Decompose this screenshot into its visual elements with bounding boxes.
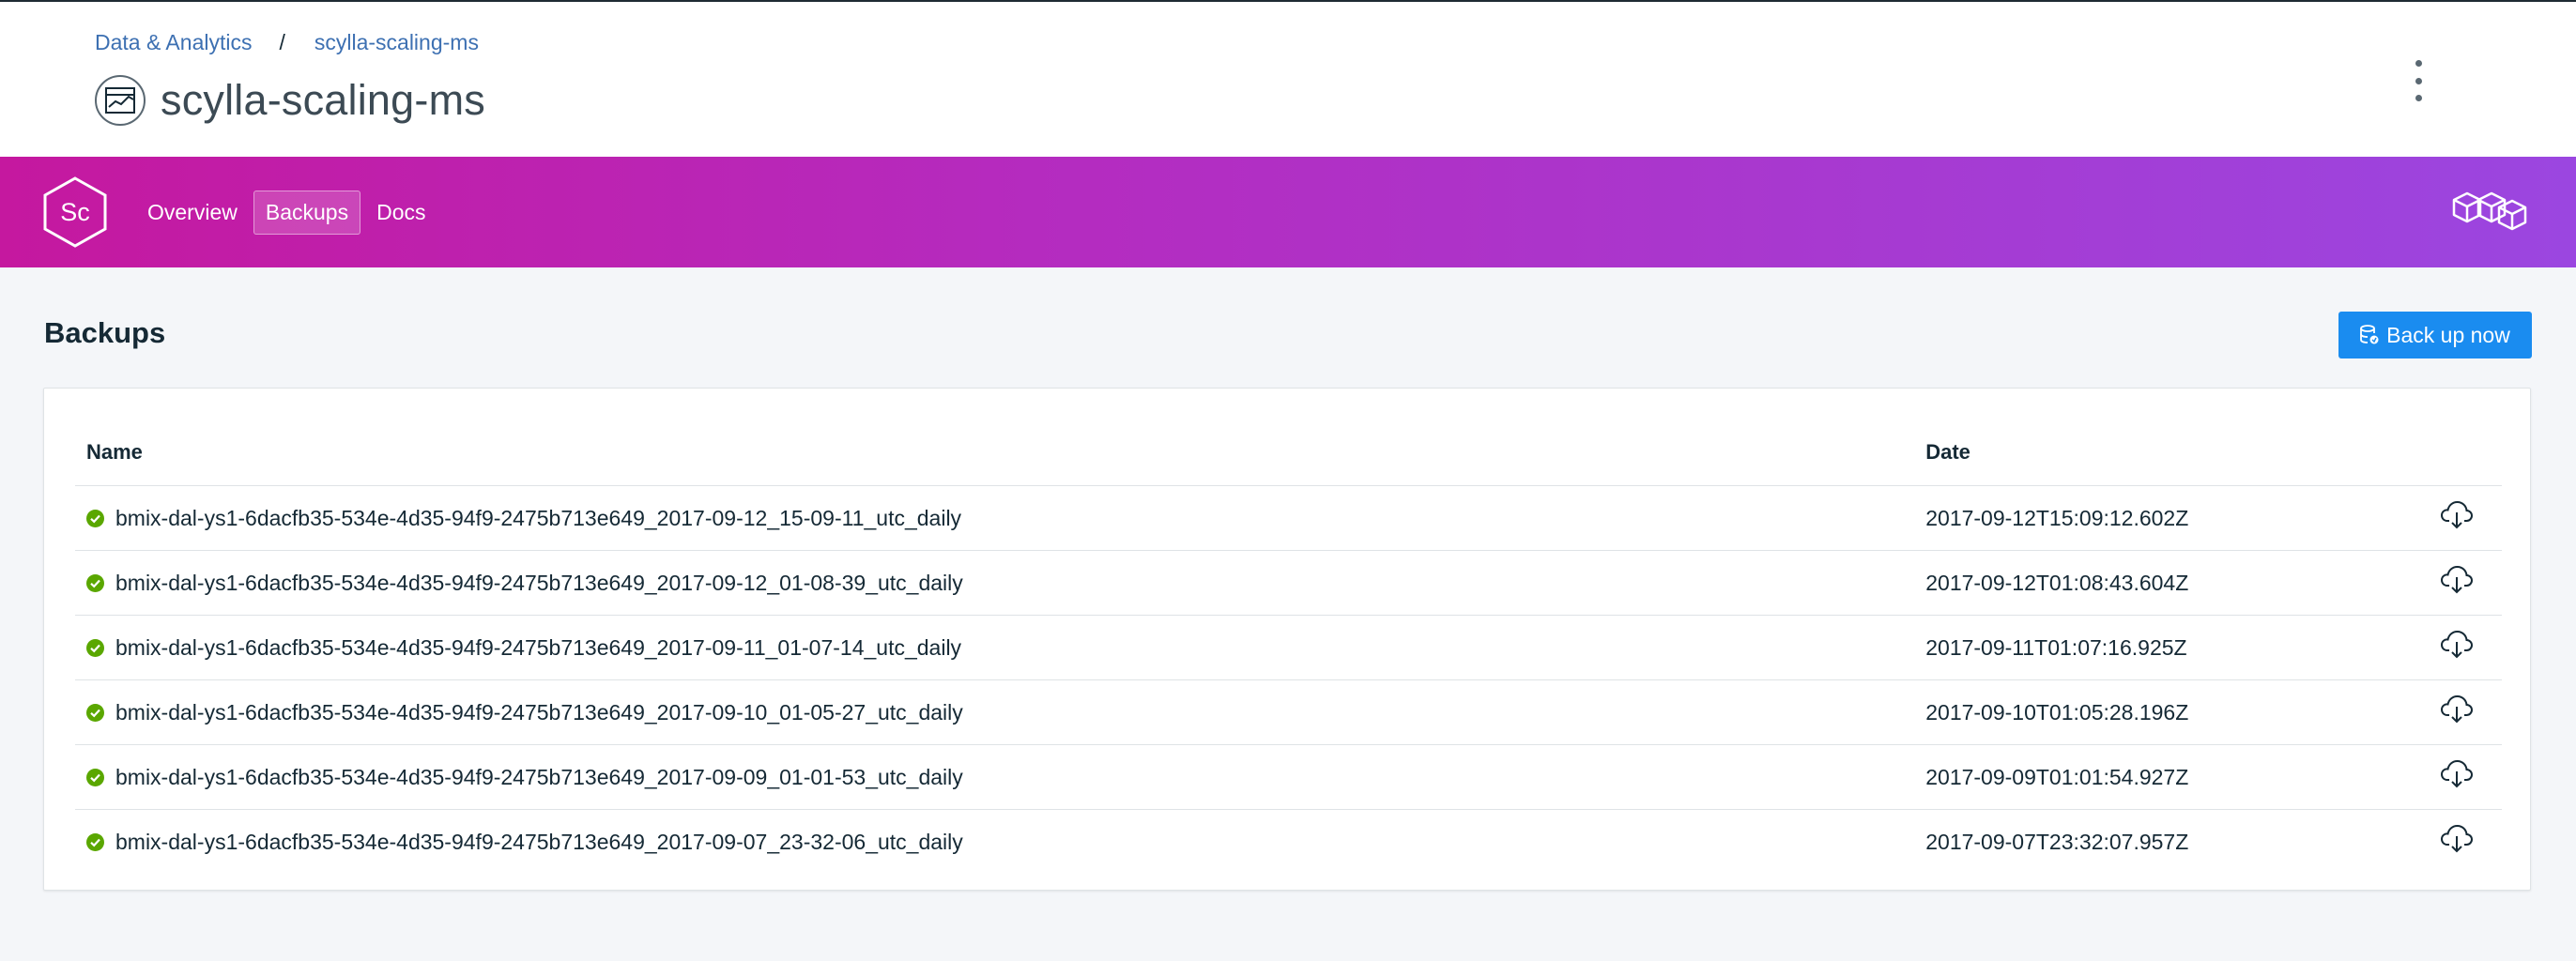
tab-overview[interactable]: Overview xyxy=(135,191,250,235)
backups-table-card: Name Date bmix-dal-ys1-6dacfb35-534e-4d3… xyxy=(43,388,2531,891)
cell-actions xyxy=(2412,679,2502,745)
section-title: Backups xyxy=(44,316,166,349)
name-cell: bmix-dal-ys1-6dacfb35-534e-4d35-94f9-247… xyxy=(86,765,1925,790)
column-header-name: Name xyxy=(75,419,1926,486)
chart-icon xyxy=(95,75,146,126)
name-cell: bmix-dal-ys1-6dacfb35-534e-4d35-94f9-247… xyxy=(86,506,1925,531)
backups-table: Name Date bmix-dal-ys1-6dacfb35-534e-4d3… xyxy=(75,419,2502,874)
cloud-download-icon[interactable] xyxy=(2440,565,2474,595)
cell-actions xyxy=(2412,744,2502,810)
cell-actions xyxy=(2412,485,2502,551)
overflow-menu-icon[interactable] xyxy=(2411,60,2426,101)
cell-name: bmix-dal-ys1-6dacfb35-534e-4d35-94f9-247… xyxy=(75,615,1926,680)
table-row: bmix-dal-ys1-6dacfb35-534e-4d35-94f9-247… xyxy=(75,615,2502,680)
breadcrumb-link-current[interactable]: scylla-scaling-ms xyxy=(314,30,479,55)
service-banner: Sc Overview Backups Docs xyxy=(0,157,2576,267)
table-row: bmix-dal-ys1-6dacfb35-534e-4d35-94f9-247… xyxy=(75,744,2502,810)
cloud-download-icon[interactable] xyxy=(2440,500,2474,530)
service-tabs: Overview Backups Docs xyxy=(135,191,441,235)
database-backup-icon xyxy=(2360,325,2379,345)
success-check-icon xyxy=(86,509,104,527)
backup-name: bmix-dal-ys1-6dacfb35-534e-4d35-94f9-247… xyxy=(115,634,962,660)
cell-actions xyxy=(2412,615,2502,680)
column-header-actions xyxy=(2412,419,2502,486)
backup-date: 2017-09-09T01:01:54.927Z xyxy=(1925,744,2413,810)
breadcrumb: Data & Analytics / scylla-scaling-ms xyxy=(95,30,479,55)
cell-name: bmix-dal-ys1-6dacfb35-534e-4d35-94f9-247… xyxy=(75,679,1926,745)
success-check-icon xyxy=(86,832,104,851)
backup-name: bmix-dal-ys1-6dacfb35-534e-4d35-94f9-247… xyxy=(115,570,963,595)
backup-date: 2017-09-10T01:05:28.196Z xyxy=(1925,679,2413,745)
name-cell: bmix-dal-ys1-6dacfb35-534e-4d35-94f9-247… xyxy=(86,700,1925,725)
cell-name: bmix-dal-ys1-6dacfb35-534e-4d35-94f9-247… xyxy=(75,810,1925,875)
backup-date: 2017-09-12T15:09:12.602Z xyxy=(1925,485,2413,551)
table-row: bmix-dal-ys1-6dacfb35-534e-4d35-94f9-247… xyxy=(75,810,2502,875)
table-row: bmix-dal-ys1-6dacfb35-534e-4d35-94f9-247… xyxy=(75,485,2502,551)
title-row: scylla-scaling-ms xyxy=(95,75,485,126)
table-header-row: Name Date xyxy=(75,419,2502,486)
back-up-now-button[interactable]: Back up now xyxy=(2338,312,2532,358)
name-cell: bmix-dal-ys1-6dacfb35-534e-4d35-94f9-247… xyxy=(86,830,1925,855)
name-cell: bmix-dal-ys1-6dacfb35-534e-4d35-94f9-247… xyxy=(86,571,1925,596)
page-header: Data & Analytics / scylla-scaling-ms scy… xyxy=(0,0,2576,157)
back-up-now-label: Back up now xyxy=(2386,322,2510,347)
name-cell: bmix-dal-ys1-6dacfb35-534e-4d35-94f9-247… xyxy=(86,635,1925,661)
backup-date: 2017-09-11T01:07:16.925Z xyxy=(1925,615,2413,680)
success-check-icon xyxy=(86,703,104,722)
cell-name: bmix-dal-ys1-6dacfb35-534e-4d35-94f9-247… xyxy=(75,550,1926,616)
page-title: scylla-scaling-ms xyxy=(161,76,485,124)
cell-actions xyxy=(2412,550,2502,616)
tab-backups[interactable]: Backups xyxy=(253,191,361,235)
backup-date: 2017-09-12T01:08:43.604Z xyxy=(1925,550,2413,616)
tab-docs[interactable]: Docs xyxy=(364,191,437,235)
cloud-download-icon[interactable] xyxy=(2440,759,2474,789)
column-header-date: Date xyxy=(1925,419,2413,486)
success-check-icon xyxy=(86,638,104,657)
backup-date: 2017-09-07T23:32:07.957Z xyxy=(1925,829,2189,854)
cloud-download-icon[interactable] xyxy=(2440,824,2474,854)
success-check-icon xyxy=(86,573,104,592)
backup-name: bmix-dal-ys1-6dacfb35-534e-4d35-94f9-247… xyxy=(115,764,963,789)
backup-name: bmix-dal-ys1-6dacfb35-534e-4d35-94f9-247… xyxy=(115,505,962,530)
service-logo: Sc xyxy=(43,176,107,248)
cloud-download-icon[interactable] xyxy=(2440,630,2474,660)
backup-name: bmix-dal-ys1-6dacfb35-534e-4d35-94f9-247… xyxy=(115,829,963,854)
cloud-download-icon[interactable] xyxy=(2440,694,2474,725)
cell-name: bmix-dal-ys1-6dacfb35-534e-4d35-94f9-247… xyxy=(75,485,1926,551)
success-check-icon xyxy=(86,768,104,786)
breadcrumb-separator: / xyxy=(279,30,285,54)
cell-name: bmix-dal-ys1-6dacfb35-534e-4d35-94f9-247… xyxy=(75,744,1926,810)
table-row: bmix-dal-ys1-6dacfb35-534e-4d35-94f9-247… xyxy=(75,679,2502,745)
breadcrumb-link-data-analytics[interactable]: Data & Analytics xyxy=(95,30,252,55)
table-row: bmix-dal-ys1-6dacfb35-534e-4d35-94f9-247… xyxy=(75,550,2502,616)
cell-actions xyxy=(2412,810,2502,875)
backup-name: bmix-dal-ys1-6dacfb35-534e-4d35-94f9-247… xyxy=(115,699,963,725)
cubes-icon xyxy=(2452,191,2527,231)
svg-text:Sc: Sc xyxy=(60,198,90,226)
